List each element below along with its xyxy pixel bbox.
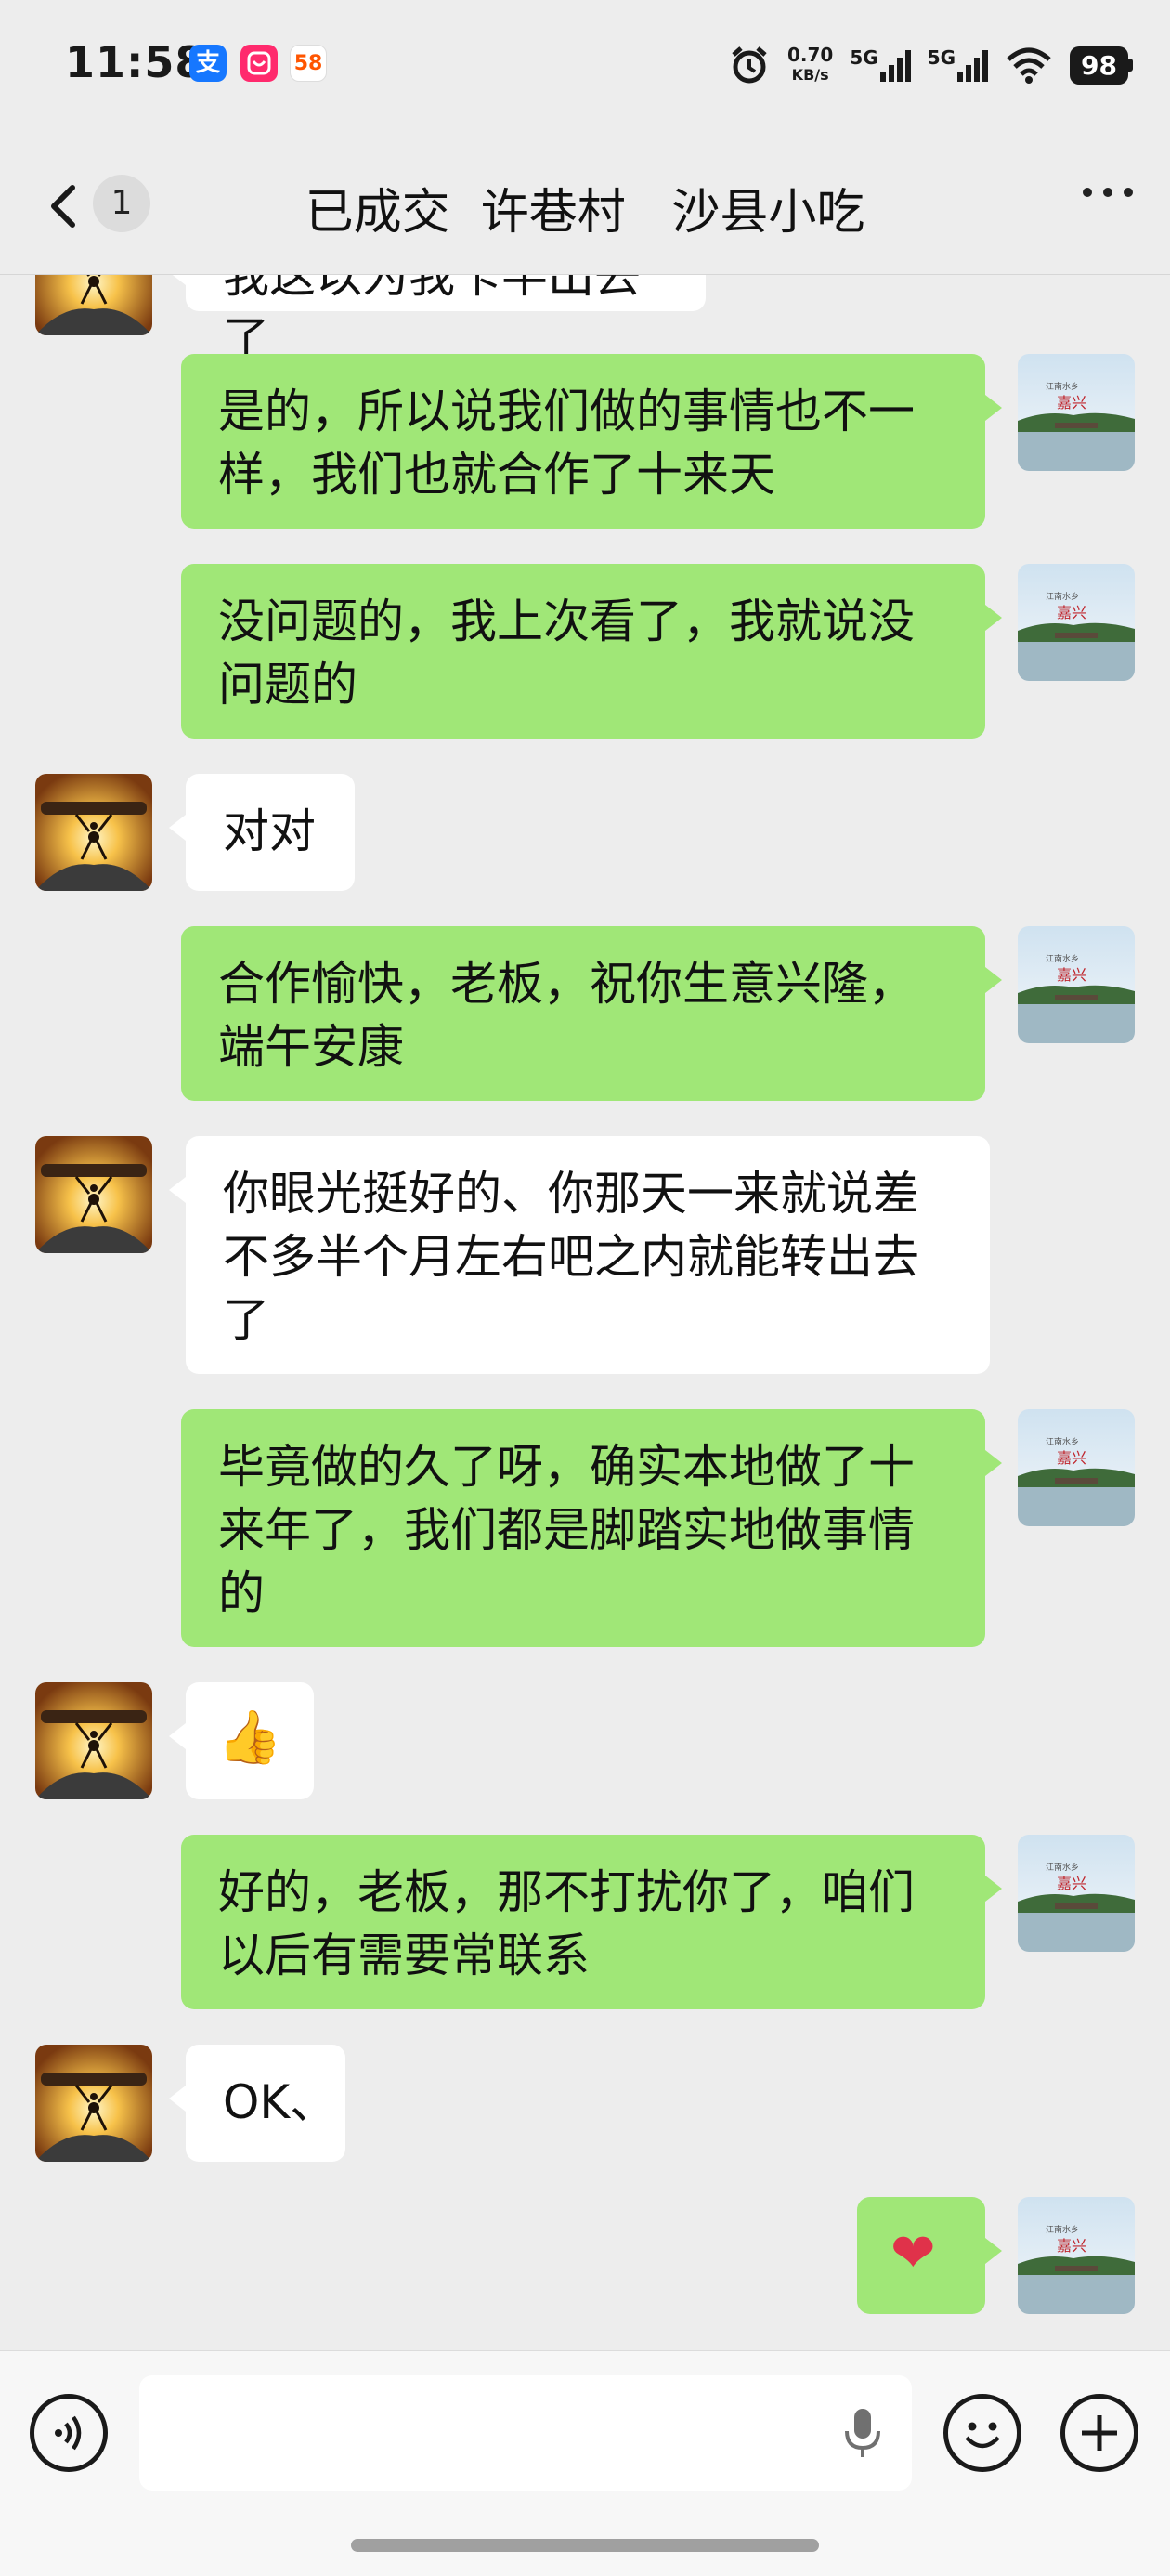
network-speed-value: 0.70 xyxy=(786,44,834,66)
message-list[interactable]: 我这以为我卡半出去了 是的，所以说我们做的事情也不一样，我们也就合作了十来天 江… xyxy=(0,274,1170,2346)
svg-text:江南水乡: 江南水乡 xyxy=(1046,1436,1079,1447)
shopping-app-icon xyxy=(240,45,278,82)
svg-text:嘉兴: 嘉兴 xyxy=(1057,604,1086,621)
contact-avatar[interactable] xyxy=(35,274,152,335)
more-options-button[interactable] xyxy=(1083,188,1133,197)
contact-avatar[interactable] xyxy=(35,2045,152,2162)
home-indicator[interactable] xyxy=(351,2539,819,2552)
message-bubble-sent[interactable]: 没问题的，我上次看了，我就说没问题的 xyxy=(181,564,1002,739)
battery-indicator: 98 xyxy=(1070,46,1133,85)
message-bubble-sent[interactable]: 好的，老板，那不打扰你了，咱们以后有需要常联系 xyxy=(181,1835,1002,2009)
my-avatar[interactable]: 江南水乡嘉兴 xyxy=(1018,1835,1135,1952)
svg-text:嘉兴: 嘉兴 xyxy=(1057,966,1086,984)
battery-level: 98 xyxy=(1070,46,1128,85)
heart-emoji[interactable]: ❤ xyxy=(857,2197,1002,2314)
voice-input-button[interactable] xyxy=(30,2394,108,2472)
svg-text:嘉兴: 嘉兴 xyxy=(1057,1875,1086,1892)
plus-icon xyxy=(1082,2415,1117,2451)
status-bar: 11:58 支 58 0.70 KB/s 5G 5G 98 xyxy=(0,0,1170,130)
thumbs-up-emoji[interactable]: 👍 xyxy=(169,1682,314,1799)
signal-2-label: 5G xyxy=(927,46,956,69)
signal-bars-icon xyxy=(957,48,989,82)
svg-text:江南水乡: 江南水乡 xyxy=(1046,591,1079,602)
signal-bars-icon xyxy=(879,48,911,82)
battery-tip xyxy=(1128,59,1133,72)
voice-icon xyxy=(55,2415,82,2451)
plus-button[interactable] xyxy=(1060,2394,1138,2472)
svg-text:江南水乡: 江南水乡 xyxy=(1046,953,1079,964)
network-speed-unit: KB/s xyxy=(791,66,829,84)
microphone-icon[interactable] xyxy=(839,2405,886,2461)
chat-title: 已成交 许巷村 沙县小吃 xyxy=(305,185,865,241)
my-avatar[interactable]: 江南水乡嘉兴 xyxy=(1018,1409,1135,1526)
58-app-icon: 58 xyxy=(290,45,327,82)
chat-header: 1 已成交 许巷村 沙县小吃 xyxy=(0,130,1170,275)
signal-1: 5G xyxy=(850,46,911,82)
contact-avatar[interactable] xyxy=(35,1682,152,1799)
message-bubble-received[interactable]: OK、 xyxy=(169,2045,345,2162)
network-speed: 0.70 KB/s xyxy=(787,45,833,85)
svg-text:嘉兴: 嘉兴 xyxy=(1057,394,1086,412)
emoji-button[interactable] xyxy=(943,2394,1021,2472)
svg-text:江南水乡: 江南水乡 xyxy=(1046,1862,1079,1873)
signal-2: 5G xyxy=(927,46,989,82)
signal-1-label: 5G xyxy=(850,46,878,69)
message-bubble-received[interactable]: 我这以为我卡半出去了 xyxy=(169,274,706,366)
svg-text:江南水乡: 江南水乡 xyxy=(1046,381,1079,392)
svg-text:嘉兴: 嘉兴 xyxy=(1057,2237,1086,2255)
contact-avatar[interactable] xyxy=(35,1136,152,1253)
alarm-icon xyxy=(732,46,767,84)
message-bubble-received[interactable]: 你眼光挺好的、你那天一来就说差不多半个月左右吧之内就能转出去了 xyxy=(169,1136,990,1374)
contact-avatar[interactable] xyxy=(35,774,152,891)
my-avatar[interactable]: 江南水乡嘉兴 xyxy=(1018,564,1135,681)
my-avatar[interactable]: 江南水乡嘉兴 xyxy=(1018,2197,1135,2314)
svg-text:江南水乡: 江南水乡 xyxy=(1046,2224,1079,2235)
message-bubble-sent[interactable]: 是的，所以说我们做的事情也不一样，我们也就合作了十来天 xyxy=(181,354,1002,529)
emoji-icon xyxy=(965,2422,1000,2449)
clock: 11:58 xyxy=(65,37,206,87)
my-avatar[interactable]: 江南水乡嘉兴 xyxy=(1018,926,1135,1043)
message-bubble-sent[interactable]: 毕竟做的久了呀，确实本地做了十来年了，我们都是脚踏实地做事情的 xyxy=(181,1409,1002,1647)
message-input[interactable] xyxy=(139,2375,912,2491)
alipay-icon: 支 xyxy=(189,45,227,82)
svg-text:嘉兴: 嘉兴 xyxy=(1057,1449,1086,1467)
my-avatar[interactable]: 江南水乡嘉兴 xyxy=(1018,354,1135,471)
message-bubble-sent[interactable]: 合作愉快，老板，祝你生意兴隆，端午安康 xyxy=(181,926,1002,1101)
message-bubble-received[interactable]: 对对 xyxy=(169,774,355,891)
system-indicators: 0.70 KB/s 5G 5G 98 xyxy=(728,39,1133,91)
wifi-icon xyxy=(1007,47,1051,84)
